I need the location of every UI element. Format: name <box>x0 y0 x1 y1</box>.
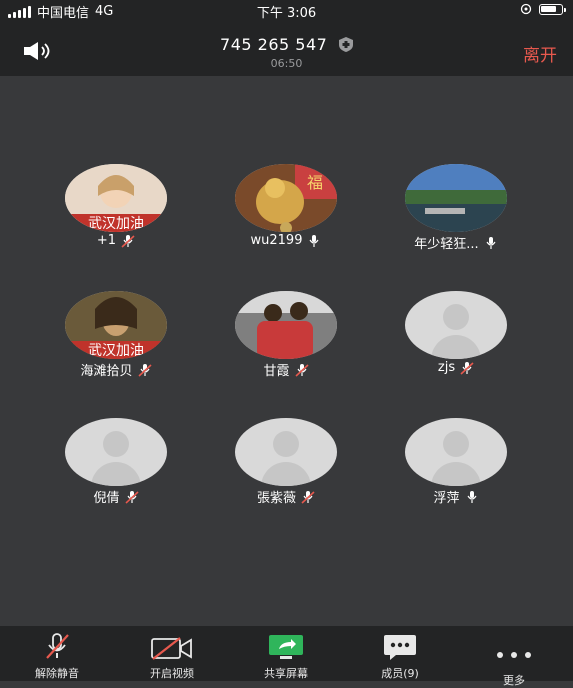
avatar <box>405 164 507 232</box>
default-avatar-icon <box>235 418 337 486</box>
share-screen-button[interactable]: 共享屏幕 <box>231 626 341 681</box>
meeting-header: 745 265 547 06:50 离开 <box>0 20 573 76</box>
default-avatar-icon <box>65 418 167 486</box>
start-video-button[interactable]: 开启视频 <box>117 626 227 681</box>
status-bar: 中国电信 4G 下午 3:06 <box>0 0 573 21</box>
meeting-toolbar: 解除静音 开启视频 共享屏幕 成员(9) 更多 <box>0 626 573 687</box>
mic-muted-icon <box>294 363 309 377</box>
mic-icon <box>486 236 496 249</box>
participant-tile[interactable]: 浮萍 <box>386 418 526 506</box>
avatar: 福 <box>235 164 337 232</box>
participant-name: 甘霞 <box>263 364 290 379</box>
members-label: 成员(9) <box>381 667 419 680</box>
participant-name: 年少轻狂... <box>414 237 479 252</box>
unmute-label: 解除静音 <box>35 667 79 680</box>
participant-name: 倪倩 <box>93 491 120 506</box>
meeting-id[interactable]: 745 265 547 <box>0 35 573 54</box>
unmute-button[interactable]: 解除静音 <box>2 626 112 681</box>
camera-off-icon <box>151 637 192 660</box>
default-avatar-icon <box>405 291 507 359</box>
more-icon <box>497 652 531 658</box>
avatar <box>235 291 337 359</box>
mic-icon <box>309 234 319 247</box>
participant-name: 海滩拾贝 <box>80 364 133 379</box>
shield-icon <box>338 37 353 52</box>
participant-tile[interactable]: zjs <box>386 291 526 375</box>
start-video-label: 开启视频 <box>150 667 194 680</box>
default-avatar-icon <box>405 418 507 486</box>
mic-muted-icon <box>121 234 135 248</box>
participant-tile[interactable]: 張紫薇 <box>216 418 356 506</box>
members-button[interactable]: 成员(9) <box>345 626 455 681</box>
status-time: 下午 3:06 <box>256 6 317 21</box>
participant-name: +1 <box>96 233 117 248</box>
participant-tile[interactable]: 倪倩 <box>46 418 186 506</box>
orientation-lock-icon <box>520 3 532 15</box>
participant-name: zjs <box>437 360 456 375</box>
participant-tile[interactable]: 福 wu2199 <box>216 164 356 248</box>
share-screen-icon <box>269 635 303 659</box>
members-icon <box>384 635 416 660</box>
battery-icon <box>539 3 566 15</box>
mic-muted-icon <box>301 490 315 504</box>
share-screen-label: 共享屏幕 <box>264 667 308 680</box>
more-button[interactable]: 更多 <box>459 626 569 687</box>
avatar-banner: 武汉加油 <box>88 216 144 232</box>
mic-muted-icon <box>124 490 139 504</box>
avatar: 武汉加油 <box>65 291 167 359</box>
mic-muted-icon <box>46 633 69 659</box>
host-badge-icon <box>280 222 292 232</box>
participant-tile[interactable]: 甘霞 <box>216 291 356 379</box>
avatar-banner: 武汉加油 <box>88 343 144 359</box>
mic-muted-icon <box>460 361 474 375</box>
mic-muted-icon <box>137 363 152 377</box>
leave-button[interactable]: 离开 <box>523 41 557 66</box>
participant-tile[interactable]: 武汉加油 海滩拾贝 <box>46 291 186 379</box>
avatar-banner: 福 <box>307 173 323 192</box>
mic-icon <box>467 490 476 503</box>
elapsed-time: 06:50 <box>270 57 303 70</box>
participant-name: wu2199 <box>250 233 303 248</box>
meeting-id-text: 745 265 547 <box>220 35 328 54</box>
participant-tile[interactable]: 武汉加油 +1 <box>46 164 186 248</box>
participant-name: 浮萍 <box>433 491 460 506</box>
more-label: 更多 <box>503 674 525 687</box>
participant-name: 張紫薇 <box>256 491 296 506</box>
avatar: 武汉加油 <box>65 164 167 232</box>
participant-tile[interactable]: 年少轻狂... <box>386 164 526 252</box>
